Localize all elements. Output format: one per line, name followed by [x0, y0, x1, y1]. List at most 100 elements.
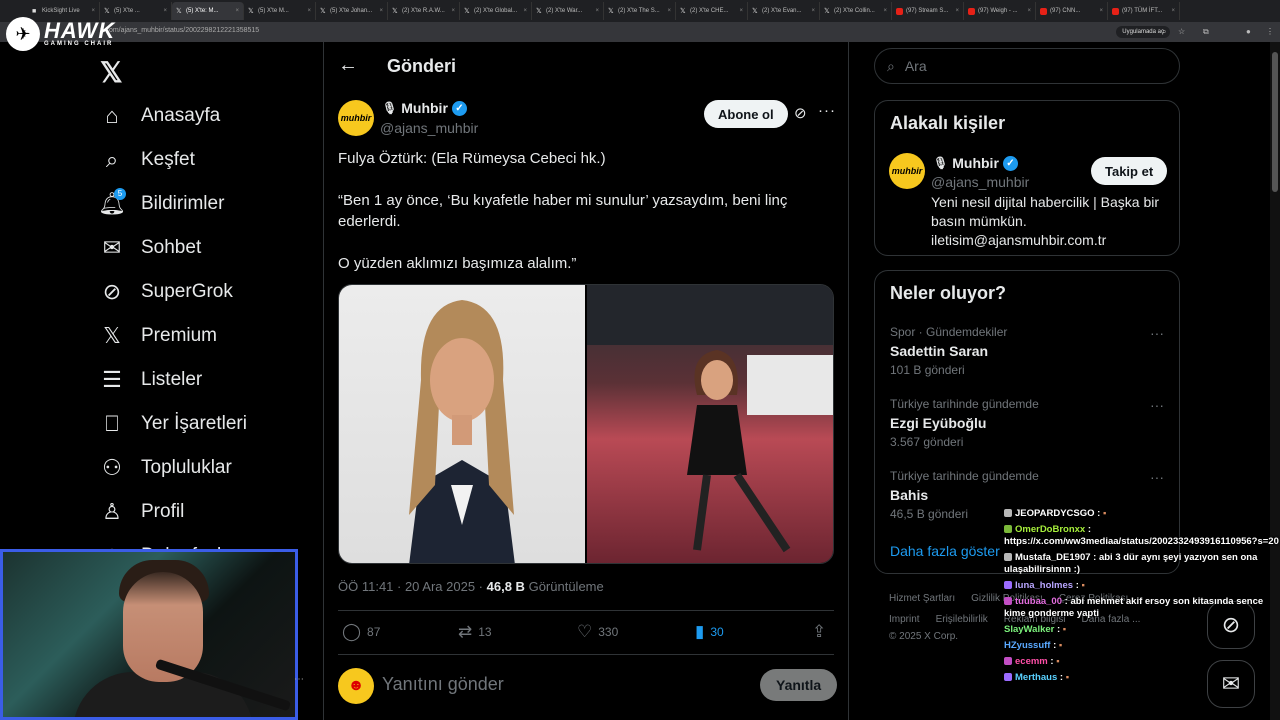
close-tab-icon[interactable]: ×: [451, 8, 455, 14]
more-options-icon[interactable]: ···: [818, 102, 836, 119]
reply-input[interactable]: Yanıtını gönder: [382, 674, 504, 695]
browser-tab[interactable]: (97) Stream S... ×: [892, 2, 964, 20]
browser-tab[interactable]: 𝕏 (2) X'te Collin... ×: [820, 2, 892, 20]
back-arrow-icon[interactable]: ←: [338, 54, 358, 77]
close-tab-icon[interactable]: ×: [883, 8, 887, 14]
trend-name: Ezgi Eyüboğlu: [890, 415, 987, 431]
author-avatar[interactable]: muhbir: [338, 100, 374, 136]
close-tab-icon[interactable]: ×: [1171, 8, 1175, 14]
nav-item-supergrok[interactable]: ⊘ SuperGrok: [96, 274, 233, 310]
footer-link[interactable]: Erişilebilirlik: [936, 614, 988, 625]
repost-action[interactable]: ⇄ 13: [458, 622, 492, 642]
author-name-row[interactable]: 🎙 Muhbir ✓: [382, 100, 467, 116]
browser-tab[interactable]: 𝕏 (5) X'te: M... ×: [172, 2, 244, 20]
browser-tab-label: (2) X'te Evan...: [762, 8, 802, 14]
current-user-avatar[interactable]: ☻: [338, 668, 374, 704]
reply-button[interactable]: Yanıtla: [760, 669, 838, 701]
nav-item-notifications[interactable]: 🔔︎ 5 Bildirimler: [96, 186, 224, 222]
url-field[interactable]: x.com/ajans_muhbir/status/20022982122213…: [100, 27, 259, 34]
grok-icon[interactable]: ⊘: [794, 104, 807, 122]
browser-tab-label: (97) Stream S...: [906, 8, 949, 14]
close-tab-icon[interactable]: ×: [307, 8, 311, 14]
post-photo-studio[interactable]: [587, 285, 833, 563]
chat-emote-icon: ▪: [1103, 508, 1107, 519]
chat-username: ecemm: [1015, 656, 1048, 667]
browser-tab[interactable]: (97) TÜM İFT... ×: [1108, 2, 1180, 20]
browser-tab[interactable]: 𝕏 (2) X'te The S... ×: [604, 2, 676, 20]
browser-tab[interactable]: 𝕏 (2) X'te Evan... ×: [748, 2, 820, 20]
scrollbar-thumb[interactable]: [1272, 52, 1278, 192]
trend-item[interactable]: Spor · Gündemdekiler Sadettin Saran 101 B …: [890, 325, 1170, 377]
close-tab-icon[interactable]: ×: [523, 8, 527, 14]
follow-button[interactable]: Takip et: [1091, 157, 1168, 185]
nav-item-profile[interactable]: ♙ Profil: [96, 494, 184, 530]
trend-more-icon[interactable]: ···: [1150, 325, 1164, 341]
nav-item-home[interactable]: ⌂ Anasayfa: [96, 98, 220, 134]
chat-username: Mustafa_DE1907: [1015, 552, 1091, 563]
nav-item-lists[interactable]: ☰ Listeler: [96, 362, 202, 398]
close-tab-icon[interactable]: ×: [91, 8, 95, 14]
related-avatar[interactable]: muhbir: [889, 153, 925, 189]
zoom-icon[interactable]: ⌕: [1162, 27, 1166, 37]
trend-category: Spor · Gündemdekiler: [890, 325, 1008, 339]
browser-tab-label: (5) X'te Johan...: [330, 8, 373, 14]
browser-tab[interactable]: 𝕏 (2) X'te R.A.W... ×: [388, 2, 460, 20]
more-options-icon[interactable]: ⋯: [294, 674, 304, 685]
chat-message: SlayWalker : ▪: [1004, 624, 1067, 635]
post-timestamp[interactable]: ÖÖ 11:41 · 20 Ara 2025 ·: [338, 579, 483, 594]
post-media[interactable]: [338, 284, 834, 564]
browser-tab[interactable]: 𝕏 (2) X'te Global... ×: [460, 2, 532, 20]
x-logo-icon: 𝕏: [464, 7, 470, 15]
nav-item-communities[interactable]: ⚇ Topluluklar: [96, 450, 232, 486]
star-icon[interactable]: ☆: [1178, 27, 1185, 36]
profile-icon[interactable]: ●: [1246, 27, 1251, 36]
nav-item-explore[interactable]: ⌕ Keşfet: [96, 142, 195, 178]
trend-more-icon[interactable]: ···: [1150, 469, 1164, 485]
browser-tab[interactable]: 𝕏 (2) X'te CHE... ×: [676, 2, 748, 20]
close-tab-icon[interactable]: ×: [1027, 8, 1031, 14]
search-input[interactable]: ⌕ Ara: [874, 48, 1180, 84]
trend-item[interactable]: Türkiye tarihinde gündemde Ezgi Eyüboğlu 3…: [890, 397, 1170, 449]
bookmark-action[interactable]: ▮ 30: [695, 622, 724, 642]
close-tab-icon[interactable]: ×: [811, 8, 815, 14]
post-photo-portrait[interactable]: [339, 285, 585, 563]
close-tab-icon[interactable]: ×: [1099, 8, 1103, 14]
share-action[interactable]: ⇪: [812, 622, 826, 642]
chat-message: JEOPARDYCSGO : ▪: [1004, 508, 1280, 520]
close-tab-icon[interactable]: ×: [739, 8, 743, 14]
trend-more-icon[interactable]: ···: [1150, 397, 1164, 413]
related-name-row[interactable]: 🎙 Muhbir ✓: [933, 155, 1018, 171]
close-tab-icon[interactable]: ×: [955, 8, 959, 14]
x-logo-icon[interactable]: 𝕏: [100, 56, 123, 89]
browser-tab[interactable]: (97) CNN... ×: [1036, 2, 1108, 20]
browser-tab[interactable]: 𝕏 (5) X'te Johan... ×: [316, 2, 388, 20]
youtube-icon: [968, 7, 975, 15]
verified-badge-icon: ✓: [1002, 155, 1018, 171]
chat-username: OmerDoBronxx: [1015, 524, 1086, 535]
chat-emote-icon: ▪: [1081, 580, 1085, 591]
related-handle[interactable]: @ajans_muhbir: [931, 174, 1029, 190]
reply-count: 87: [367, 625, 381, 639]
browser-tab[interactable]: (97) Weigh - ... ×: [964, 2, 1036, 20]
close-tab-icon[interactable]: ×: [595, 8, 599, 14]
nav-item-chat[interactable]: ✉ Sohbet: [96, 230, 201, 266]
reply-action[interactable]: ◯ 87: [342, 622, 380, 642]
footer-link[interactable]: Hizmet Şartları: [889, 593, 955, 604]
close-tab-icon[interactable]: ×: [667, 8, 671, 14]
browser-tab[interactable]: 𝕏 (5) X'te M... ×: [244, 2, 316, 20]
nav-item-label: Sohbet: [141, 237, 202, 258]
author-handle[interactable]: @ajans_muhbir: [380, 120, 478, 136]
nav-item-premium[interactable]: 𝕏 Premium: [96, 318, 217, 354]
chat-message: OmerDoBronxx : https://x.com/ww3mediaa/s…: [1004, 524, 1279, 547]
nav-item-bookmarks[interactable]: ⎕ Yer İşaretleri: [96, 406, 247, 442]
show-more-link[interactable]: Daha fazla göster: [890, 543, 1000, 559]
extensions-icon[interactable]: ⧉: [1203, 27, 1209, 37]
menu-icon[interactable]: ⋮: [1266, 27, 1274, 36]
subscribe-button[interactable]: Abone ol: [704, 100, 788, 128]
browser-tab[interactable]: 𝕏 (2) X'te War... ×: [532, 2, 604, 20]
like-action[interactable]: ♡ 330: [577, 622, 618, 642]
close-tab-icon[interactable]: ×: [163, 8, 167, 14]
footer-link[interactable]: Imprint: [889, 614, 920, 625]
close-tab-icon[interactable]: ×: [235, 8, 239, 14]
close-tab-icon[interactable]: ×: [379, 8, 383, 14]
